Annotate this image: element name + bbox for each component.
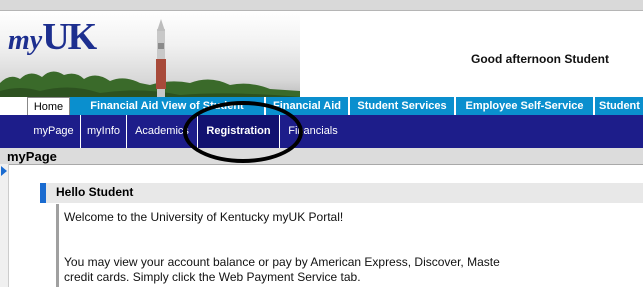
greeting-text: Good afternoon Student — [471, 52, 609, 66]
tab-label: Employee Self-Service — [465, 100, 584, 112]
tab-label: Home — [33, 101, 64, 113]
subtab-label: myPage — [33, 125, 74, 137]
subtab-label: Academics — [135, 125, 189, 137]
tab-student-services[interactable]: Student Services — [350, 97, 456, 115]
tab-home[interactable]: Home — [27, 97, 70, 115]
primary-tab-bar: Home Financial Aid View of Student Finan… — [0, 97, 643, 115]
expand-arrow-icon[interactable] — [1, 166, 7, 176]
tab-label: Student — [599, 100, 640, 112]
page-title: myPage — [7, 149, 57, 164]
subtab-mypage[interactable]: myPage — [27, 115, 81, 148]
tab-label: Financial Aid View of Student — [90, 100, 244, 112]
subtab-label: Registration — [206, 125, 271, 137]
portlet-title: Hello Student — [56, 185, 134, 199]
subtab-myinfo[interactable]: myInfo — [81, 115, 127, 148]
tab-label: Student Services — [357, 100, 447, 112]
logo-uk-text: UK — [42, 16, 97, 58]
left-rail — [0, 164, 9, 287]
subtab-registration[interactable]: Registration — [198, 115, 280, 148]
subtab-academics[interactable]: Academics — [127, 115, 198, 148]
payment-text-line2: credit cards. Simply click the Web Payme… — [64, 270, 361, 284]
payment-text-line1: You may view your account balance or pay… — [64, 255, 500, 269]
clock-tower-graphic — [156, 19, 166, 97]
page-title-bar — [0, 148, 643, 165]
subtab-label: myInfo — [86, 125, 120, 137]
subtab-label: Financials — [288, 125, 338, 137]
tab-student[interactable]: Student — [595, 97, 643, 115]
tab-label: Financial Aid — [272, 100, 342, 112]
browser-top-strip — [0, 0, 643, 11]
tab-employee-self-service[interactable]: Employee Self-Service — [456, 97, 595, 115]
welcome-text: Welcome to the University of Kentucky my… — [64, 210, 344, 224]
logo-my-text: my — [8, 25, 43, 56]
subtab-financials[interactable]: Financials — [280, 115, 346, 148]
secondary-tab-bar: myPage myInfo Academics Registration Fin… — [0, 115, 643, 148]
myuk-logo[interactable]: myUK — [8, 15, 97, 59]
tab-financial-aid-view-of-student[interactable]: Financial Aid View of Student — [70, 97, 266, 115]
tab-financial-aid[interactable]: Financial Aid — [266, 97, 350, 115]
banner-image: myUK — [0, 11, 300, 97]
